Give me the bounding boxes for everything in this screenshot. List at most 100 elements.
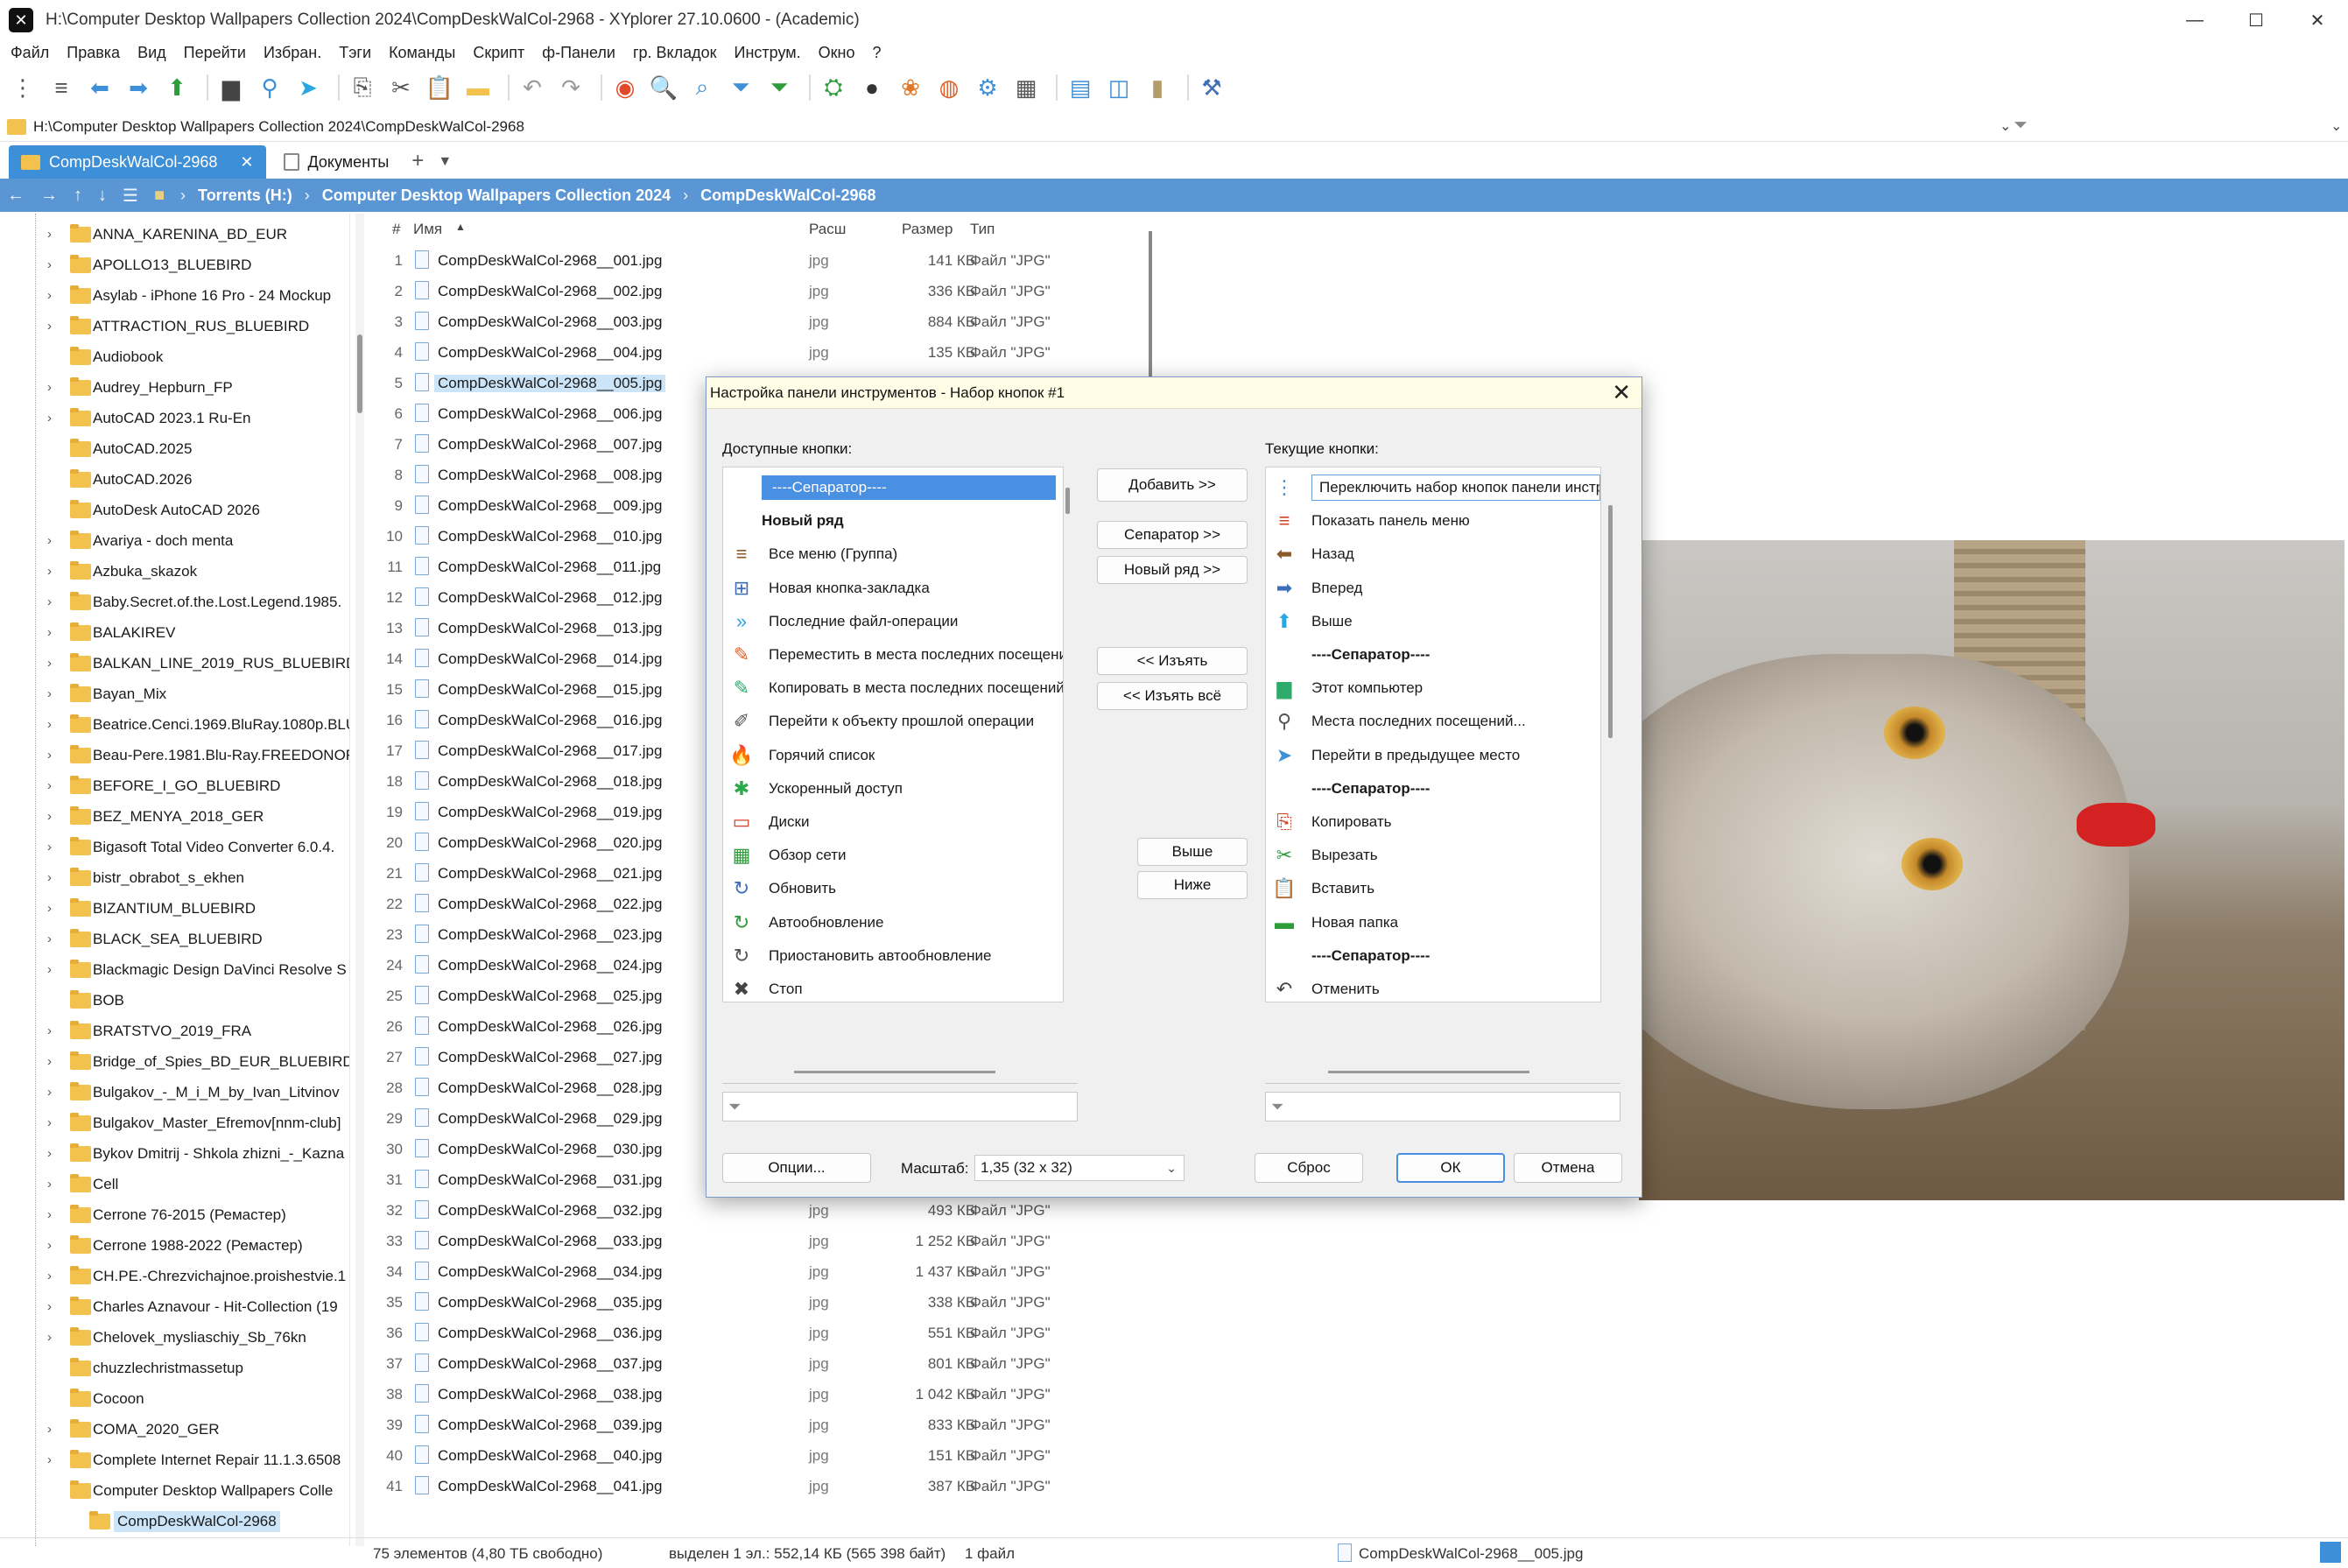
chevron-right-icon[interactable]: › bbox=[47, 227, 52, 242]
file-row[interactable]: 33 CompDeskWalCol-2968__033.jpg jpg 1 252 К… bbox=[371, 1226, 1142, 1256]
tree-item[interactable]: › COMA_2020_GER bbox=[0, 1414, 349, 1445]
tree-item[interactable]: › Cell bbox=[0, 1169, 349, 1199]
chevron-right-icon[interactable]: › bbox=[47, 257, 52, 272]
tree-item[interactable]: › Charles Aznavour - Hit-Collection (19 bbox=[0, 1291, 349, 1322]
tree-item[interactable]: AutoCAD.2026 bbox=[0, 464, 349, 495]
back-icon[interactable]: ⬅ bbox=[84, 72, 116, 103]
settings-icon[interactable]: ⚙ bbox=[972, 72, 1003, 103]
available-buttons-list[interactable]: ----Сепаратор---- Новый ряд ≡ Все меню (Гру… bbox=[722, 467, 1064, 1002]
tree-item[interactable]: AutoDesk AutoCAD 2026 bbox=[0, 495, 349, 525]
toggle-button-set-icon[interactable]: ⋮ bbox=[7, 72, 39, 103]
chevron-right-icon[interactable]: › bbox=[47, 594, 52, 609]
file-row[interactable]: 38 CompDeskWalCol-2968__038.jpg jpg 1 042 К… bbox=[371, 1379, 1142, 1410]
paste-icon[interactable]: 📋 bbox=[424, 72, 455, 103]
available-item[interactable]: ↻ Обновить bbox=[723, 872, 1063, 905]
visual-filter-icon[interactable]: ⏷ bbox=[763, 72, 795, 103]
available-list-scrollbar[interactable] bbox=[1065, 488, 1070, 514]
column-ext[interactable]: Расш bbox=[809, 221, 846, 238]
tree-item[interactable]: BOB bbox=[0, 985, 349, 1016]
menu-item-8[interactable]: ф-Панели bbox=[542, 44, 615, 62]
tree-item[interactable]: › Asylab - iPhone 16 Pro - 24 Mockup bbox=[0, 280, 349, 311]
tree-item[interactable]: › Beatrice.Cenci.1969.BluRay.1080p.BLU bbox=[0, 709, 349, 740]
search-icon[interactable]: 🔍 bbox=[648, 72, 679, 103]
file-row[interactable]: 39 CompDeskWalCol-2968__039.jpg jpg 833 КБ Ф… bbox=[371, 1410, 1142, 1440]
tree-item[interactable]: chuzzlechristmassetup bbox=[0, 1353, 349, 1383]
available-item[interactable]: ▦ Обзор сети bbox=[723, 839, 1063, 872]
current-item[interactable]: ↶ Отменить bbox=[1266, 973, 1600, 1002]
chevron-right-icon[interactable]: › bbox=[47, 1054, 52, 1069]
dark-mode-icon[interactable]: ● bbox=[856, 72, 888, 103]
chevron-right-icon[interactable]: › bbox=[47, 1207, 52, 1222]
tree-scrollbar[interactable] bbox=[355, 214, 364, 1546]
copy-icon[interactable]: ⎘ bbox=[347, 72, 378, 103]
file-row[interactable]: 40 CompDeskWalCol-2968__040.jpg jpg 151 КБ Ф… bbox=[371, 1440, 1142, 1471]
chevron-right-icon[interactable]: › bbox=[47, 901, 52, 916]
chevron-right-icon[interactable]: › bbox=[47, 1146, 52, 1161]
remove-all-button[interactable]: << Изъять всё bbox=[1097, 682, 1248, 710]
chevron-right-icon[interactable]: › bbox=[47, 1269, 52, 1283]
chevron-right-icon[interactable]: › bbox=[47, 380, 52, 395]
tree-item[interactable]: › Bulgakov_-_M_i_M_by_Ivan_Litvinov bbox=[0, 1077, 349, 1107]
chevron-right-icon[interactable]: › bbox=[47, 1023, 52, 1038]
available-item[interactable]: ⊞ Новая кнопка-закладка bbox=[723, 572, 1063, 605]
tools-icon[interactable]: ⚒ bbox=[1196, 72, 1227, 103]
file-row[interactable]: 32 CompDeskWalCol-2968__032.jpg jpg 493 КБ Ф… bbox=[371, 1195, 1142, 1226]
menu-item-5[interactable]: Тэги bbox=[339, 44, 371, 62]
tree-item[interactable]: › AutoCAD 2023.1 Ru-En bbox=[0, 403, 349, 433]
tab-documents[interactable]: Документы bbox=[271, 145, 402, 179]
tree-item[interactable]: › Baby.Secret.of.the.Lost.Legend.1985. bbox=[0, 587, 349, 617]
move-down-button[interactable]: Ниже bbox=[1137, 871, 1248, 899]
file-row[interactable]: 41 CompDeskWalCol-2968__041.jpg jpg 387 КБ Ф… bbox=[371, 1471, 1142, 1501]
available-item[interactable]: ✱ Ускоренный доступ bbox=[723, 772, 1063, 805]
chevron-right-icon[interactable]: › bbox=[47, 656, 52, 671]
maximize-button[interactable]: ☐ bbox=[2225, 0, 2287, 40]
tree-item[interactable]: › Bigasoft Total Video Converter 6.0.4. bbox=[0, 832, 349, 862]
up-icon[interactable]: ↑ bbox=[74, 186, 82, 206]
tree-item[interactable]: › BRATSTVO_2019_FRA bbox=[0, 1016, 349, 1046]
tree-item[interactable]: › bistr_obrabot_s_ekhen bbox=[0, 862, 349, 893]
chevron-right-icon[interactable]: › bbox=[47, 1422, 52, 1437]
this-computer-icon[interactable]: ▆ bbox=[215, 72, 247, 103]
chevron-right-icon[interactable]: › bbox=[47, 533, 52, 548]
current-item[interactable]: ⎘ Копировать bbox=[1266, 805, 1600, 839]
menu-item-7[interactable]: Скрипт bbox=[473, 44, 524, 62]
move-up-button[interactable]: Выше bbox=[1137, 838, 1248, 866]
current-filter-input[interactable]: ⏷ bbox=[1265, 1092, 1620, 1122]
available-item[interactable]: ≡ Все меню (Группа) bbox=[723, 538, 1063, 571]
tag-icon[interactable]: ⛭ bbox=[818, 72, 849, 103]
file-row[interactable]: 37 CompDeskWalCol-2968__037.jpg jpg 801 КБ Ф… bbox=[371, 1348, 1142, 1379]
tree-item[interactable]: › ANNA_KARENINA_BD_EUR bbox=[0, 219, 349, 250]
available-item[interactable]: » Последние файл-операции bbox=[723, 605, 1063, 638]
chevron-right-icon[interactable]: › bbox=[47, 625, 52, 640]
current-item[interactable]: ➤ Перейти в предыдущее место bbox=[1266, 739, 1600, 772]
chevron-right-icon[interactable]: › bbox=[47, 1299, 52, 1314]
tree-item[interactable]: › Audrey_Hepburn_FP bbox=[0, 372, 349, 403]
available-item[interactable]: Новый ряд bbox=[723, 504, 1063, 538]
options-button[interactable]: Опции... bbox=[722, 1153, 871, 1183]
chevron-right-icon[interactable]: › bbox=[47, 840, 52, 854]
current-item[interactable]: ⚲ Места последних посещений... bbox=[1266, 705, 1600, 738]
current-item[interactable]: ⬆ Выше bbox=[1266, 605, 1600, 638]
current-item[interactable]: ▬ Новая папка bbox=[1266, 906, 1600, 939]
calculator-icon[interactable]: ▦ bbox=[1010, 72, 1042, 103]
current-item[interactable]: 📋 Вставить bbox=[1266, 872, 1600, 905]
chevron-right-icon[interactable]: › bbox=[47, 962, 52, 977]
chevron-right-icon[interactable]: › bbox=[47, 1452, 52, 1467]
cut-icon[interactable]: ✂ bbox=[385, 72, 417, 103]
chevron-right-icon[interactable]: › bbox=[47, 1238, 52, 1253]
tree-item[interactable]: › Avariya - doch menta bbox=[0, 525, 349, 556]
filter-icon[interactable]: ⏷ bbox=[725, 72, 756, 103]
chevron-right-icon[interactable]: › bbox=[47, 809, 52, 824]
down-icon[interactable]: ↓ bbox=[98, 186, 107, 206]
chevron-right-icon[interactable]: › bbox=[47, 1177, 52, 1192]
menu-item-4[interactable]: Избран. bbox=[264, 44, 321, 62]
tree-item[interactable]: › Blackmagic Design DaVinci Resolve S bbox=[0, 954, 349, 985]
tree-item[interactable]: › BEZ_MENYA_2018_GER bbox=[0, 801, 349, 832]
tree-item[interactable]: › ATTRACTION_RUS_BLUEBIRD bbox=[0, 311, 349, 341]
current-list-hscrollbar[interactable] bbox=[1328, 1071, 1529, 1073]
tab-compdeskwalcol[interactable]: CompDeskWalCol-2968 ✕ bbox=[9, 145, 266, 179]
new-folder-icon[interactable]: ▬ bbox=[462, 72, 494, 103]
current-item[interactable]: ≡ Показать панель меню bbox=[1266, 504, 1600, 538]
dual-pane-vertical-icon[interactable]: ◫ bbox=[1103, 72, 1135, 103]
address-bar[interactable]: H:\Computer Desktop Wallpapers Collectio… bbox=[0, 112, 2348, 142]
